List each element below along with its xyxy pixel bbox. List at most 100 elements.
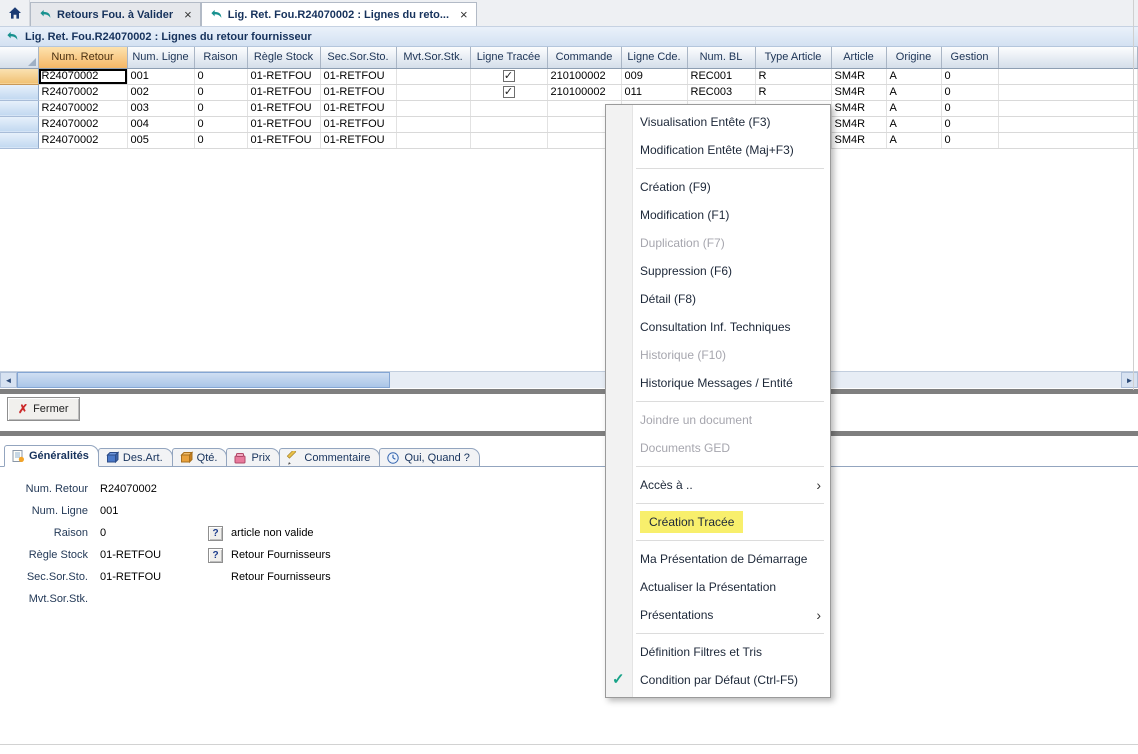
cell-raison[interactable]: 0 xyxy=(194,84,247,100)
cell-num_ligne[interactable]: 001 xyxy=(127,68,194,84)
table-row[interactable]: R24070002005001-RETFOU01-RETFOUSM4RA0 xyxy=(0,132,1138,148)
cell-article[interactable]: SM4R xyxy=(831,84,886,100)
cell-gestion[interactable]: 0 xyxy=(941,100,998,116)
menu-item[interactable]: ✓Condition par Défaut (Ctrl-F5) xyxy=(606,666,830,694)
cell-sec_sor_sto[interactable]: 01-RETFOU xyxy=(320,100,396,116)
row-selector[interactable] xyxy=(0,84,38,100)
checkbox-checked-icon[interactable]: ✓ xyxy=(503,70,515,82)
cell-gestion[interactable]: 0 xyxy=(941,116,998,132)
cell-num_ligne[interactable]: 005 xyxy=(127,132,194,148)
row-selector[interactable] xyxy=(0,132,38,148)
cell-num_retour[interactable]: R24070002 xyxy=(38,116,127,132)
cell-regle_stock[interactable]: 01-RETFOU xyxy=(247,132,320,148)
cell-type_article[interactable]: R xyxy=(755,84,831,100)
cell-num_retour[interactable]: R24070002 xyxy=(38,132,127,148)
column-header[interactable]: Type Article xyxy=(755,47,831,68)
cell-sec_sor_sto[interactable]: 01-RETFOU xyxy=(320,132,396,148)
menu-item[interactable]: Accès à ..› xyxy=(606,471,830,499)
cell-mvt_sor_stk[interactable] xyxy=(396,84,470,100)
menu-item[interactable]: Actualiser la Présentation xyxy=(606,573,830,601)
cell-ligne_tracee[interactable] xyxy=(470,100,547,116)
cell-article[interactable]: SM4R xyxy=(831,132,886,148)
tab-generalites[interactable]: Généralités xyxy=(4,445,99,467)
tab-commentaire[interactable]: Commentaire xyxy=(279,448,380,467)
horizontal-scrollbar[interactable]: ◄ ► xyxy=(0,371,1138,388)
column-header[interactable]: Mvt.Sor.Stk. xyxy=(396,47,470,68)
cell-ligne_tracee[interactable]: ✓ xyxy=(470,68,547,84)
cell-origine[interactable]: A xyxy=(886,132,941,148)
column-header[interactable]: Num. Ligne xyxy=(127,47,194,68)
cell-raison[interactable]: 0 xyxy=(194,100,247,116)
column-header[interactable]: Raison xyxy=(194,47,247,68)
scroll-right-button[interactable]: ► xyxy=(1121,372,1138,388)
select-all-corner[interactable] xyxy=(0,47,38,68)
menu-item[interactable]: Création Tracée xyxy=(606,508,830,536)
cell-num_ligne[interactable]: 002 xyxy=(127,84,194,100)
cell-raison[interactable]: 0 xyxy=(194,68,247,84)
cell-regle_stock[interactable]: 01-RETFOU xyxy=(247,100,320,116)
cell-article[interactable]: SM4R xyxy=(831,100,886,116)
cell-origine[interactable]: A xyxy=(886,100,941,116)
cell-raison[interactable]: 0 xyxy=(194,132,247,148)
row-selector[interactable] xyxy=(0,116,38,132)
splitter-bar[interactable] xyxy=(0,389,1138,394)
cell-num_retour[interactable]: R24070002 xyxy=(38,84,127,100)
menu-item[interactable]: Présentations› xyxy=(606,601,830,629)
cell-mvt_sor_stk[interactable] xyxy=(396,116,470,132)
cell-mvt_sor_stk[interactable] xyxy=(396,68,470,84)
tab-retours-a-valider[interactable]: Retours Fou. à Valider × xyxy=(30,2,201,26)
column-header[interactable]: Gestion xyxy=(941,47,998,68)
cell-num_ligne[interactable]: 004 xyxy=(127,116,194,132)
cell-num_bl[interactable]: REC001 xyxy=(687,68,755,84)
menu-item[interactable]: Modification (F1) xyxy=(606,201,830,229)
splitter-bar[interactable] xyxy=(0,431,1138,436)
table-row[interactable]: R24070002004001-RETFOU01-RETFOUSM4RA0 xyxy=(0,116,1138,132)
column-header[interactable]: Article xyxy=(831,47,886,68)
tab-des-art[interactable]: Des.Art. xyxy=(98,448,173,467)
row-selector[interactable] xyxy=(0,68,38,84)
menu-item[interactable]: Visualisation Entête (F3) xyxy=(606,108,830,136)
help-button[interactable]: ? xyxy=(208,526,223,541)
cell-origine[interactable]: A xyxy=(886,116,941,132)
menu-item[interactable]: Modification Entête (Maj+F3) xyxy=(606,136,830,164)
cell-ligne_cde[interactable]: 011 xyxy=(621,84,687,100)
cell-ligne_cde[interactable]: 009 xyxy=(621,68,687,84)
tab-qui-quand[interactable]: Qui, Quand ? xyxy=(379,448,479,467)
column-header[interactable]: Ligne Cde. xyxy=(621,47,687,68)
tab-qte[interactable]: Qté. xyxy=(172,448,228,467)
column-header[interactable]: Num. Retour xyxy=(38,47,127,68)
cell-sec_sor_sto[interactable]: 01-RETFOU xyxy=(320,116,396,132)
cell-num_retour[interactable]: R24070002 xyxy=(38,100,127,116)
table-row[interactable]: R24070002001001-RETFOU01-RETFOU✓21010000… xyxy=(0,68,1138,84)
cell-num_ligne[interactable]: 003 xyxy=(127,100,194,116)
help-button[interactable]: ? xyxy=(208,548,223,563)
menu-item[interactable]: Définition Filtres et Tris xyxy=(606,638,830,666)
cell-ligne_tracee[interactable]: ✓ xyxy=(470,84,547,100)
close-icon[interactable]: × xyxy=(184,8,192,21)
cell-gestion[interactable]: 0 xyxy=(941,68,998,84)
cell-regle_stock[interactable]: 01-RETFOU xyxy=(247,116,320,132)
column-header[interactable]: Commande xyxy=(547,47,621,68)
column-header[interactable]: Origine xyxy=(886,47,941,68)
column-header[interactable]: Règle Stock xyxy=(247,47,320,68)
cell-sec_sor_sto[interactable]: 01-RETFOU xyxy=(320,68,396,84)
menu-item[interactable]: Historique Messages / Entité xyxy=(606,369,830,397)
home-tab[interactable] xyxy=(0,0,30,26)
column-header[interactable]: Ligne Tracée xyxy=(470,47,547,68)
tab-lignes-retour[interactable]: Lig. Ret. Fou.R24070002 : Lignes du reto… xyxy=(201,2,477,26)
column-header[interactable]: Num. BL xyxy=(687,47,755,68)
cell-origine[interactable]: A xyxy=(886,68,941,84)
table-row[interactable]: R24070002003001-RETFOU01-RETFOUSM4RA0 xyxy=(0,100,1138,116)
cell-article[interactable]: SM4R xyxy=(831,116,886,132)
menu-item[interactable]: Suppression (F6) xyxy=(606,257,830,285)
close-icon[interactable]: × xyxy=(460,8,468,21)
table-row[interactable]: R24070002002001-RETFOU01-RETFOU✓21010000… xyxy=(0,84,1138,100)
cell-raison[interactable]: 0 xyxy=(194,116,247,132)
cell-mvt_sor_stk[interactable] xyxy=(396,100,470,116)
cell-commande[interactable]: 210100002 xyxy=(547,84,621,100)
checkbox-checked-icon[interactable]: ✓ xyxy=(503,86,515,98)
menu-item[interactable]: Détail (F8) xyxy=(606,285,830,313)
cell-gestion[interactable]: 0 xyxy=(941,132,998,148)
cell-gestion[interactable]: 0 xyxy=(941,84,998,100)
menu-item[interactable]: Ma Présentation de Démarrage xyxy=(606,545,830,573)
